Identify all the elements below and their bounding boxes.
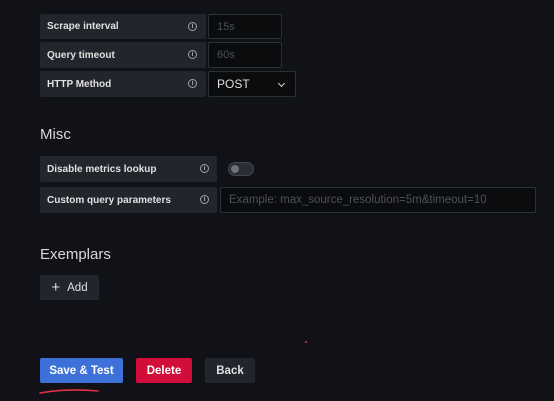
query-timeout-label-text: Query timeout <box>47 49 115 61</box>
chevron-down-icon <box>277 79 286 88</box>
http-method-selected-value: POST <box>217 77 250 91</box>
disable-metrics-lookup-label: Disable metrics lookup i <box>40 156 217 182</box>
custom-query-parameters-input[interactable]: Example: max_source_resolution=5m&timeou… <box>220 187 536 213</box>
custom-query-parameters-label: Custom query parameters i <box>40 187 217 213</box>
info-icon[interactable]: i <box>200 164 209 173</box>
info-icon[interactable]: i <box>188 22 197 31</box>
back-label: Back <box>216 364 244 377</box>
save-and-test-label: Save & Test <box>49 364 114 377</box>
scrape-interval-label-text: Scrape interval <box>47 21 119 32</box>
misc-section-title: Misc <box>40 126 71 143</box>
scrape-interval-placeholder: 15s <box>217 20 235 33</box>
http-method-label-text: HTTP Method <box>47 78 112 90</box>
annotation-dot <box>305 341 307 343</box>
info-icon[interactable]: i <box>188 50 197 59</box>
plus-icon: + <box>51 279 61 296</box>
query-timeout-input[interactable]: 60s <box>208 42 282 68</box>
info-icon[interactable]: i <box>188 79 197 88</box>
scrape-interval-label: Scrape interval i <box>40 14 206 39</box>
query-timeout-label: Query timeout i <box>40 42 206 68</box>
toggle-knob <box>231 165 239 173</box>
delete-button[interactable]: Delete <box>136 358 192 383</box>
http-method-label: HTTP Method i <box>40 71 206 97</box>
disable-metrics-lookup-toggle[interactable] <box>228 162 254 176</box>
annotation-underline <box>39 389 99 394</box>
add-exemplar-button[interactable]: + Add <box>40 275 99 300</box>
add-exemplar-label: Add <box>67 281 88 294</box>
custom-query-parameters-placeholder: Example: max_source_resolution=5m&timeou… <box>229 194 487 206</box>
query-timeout-placeholder: 60s <box>217 49 235 61</box>
http-method-select[interactable]: POST <box>208 71 296 97</box>
disable-metrics-lookup-label-text: Disable metrics lookup <box>47 163 157 175</box>
info-icon[interactable]: i <box>200 195 209 204</box>
delete-label: Delete <box>146 364 182 377</box>
exemplars-section-title: Exemplars <box>40 246 111 263</box>
scrape-interval-input[interactable]: 15s <box>208 14 282 39</box>
save-and-test-button[interactable]: Save & Test <box>40 358 123 383</box>
custom-query-parameters-label-text: Custom query parameters <box>47 194 171 206</box>
back-button[interactable]: Back <box>205 358 255 383</box>
